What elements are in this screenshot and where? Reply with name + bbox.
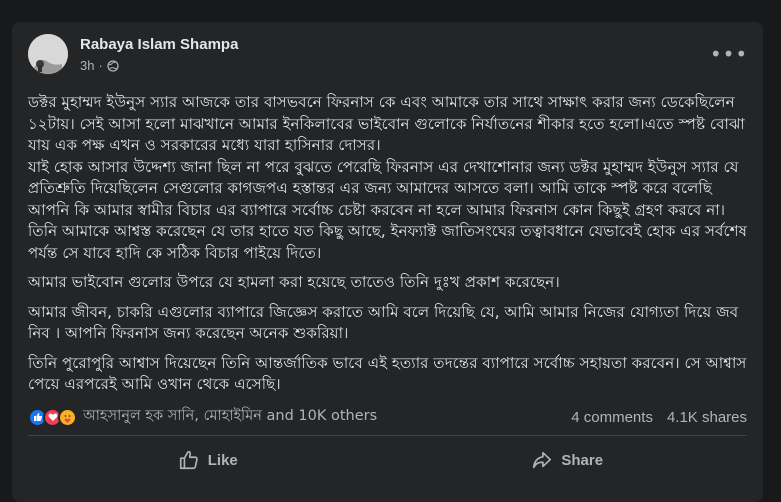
post-paragraph: আমার ভাইবোন গুলোর উপরে যে হামলা করা হয়ে… [28, 273, 560, 291]
meta-separator: · [98, 58, 103, 73]
post-paragraph: যাই হোক আসার উদ্দেশ্য জানা ছিল না পরে বু… [28, 157, 747, 262]
avatar-image [28, 34, 68, 74]
author-name[interactable]: Rabaya Islam Shampa [80, 36, 238, 53]
care-icon [58, 407, 77, 427]
reactors-summary[interactable]: আহসানুল হক সানি, মোহাইমিন and 10K others [83, 405, 377, 429]
author-avatar[interactable] [28, 34, 68, 74]
share-arrow-icon [533, 451, 552, 469]
engagement-counts: 4 comments 4.1K shares [571, 409, 747, 426]
post-card: Rabaya Islam Shampa 3h · ••• ডক্টর মুহাম… [12, 22, 763, 502]
comments-count[interactable]: 4 comments [571, 409, 653, 426]
post-body: ডক্টর মুহাম্মদ ইউনুস স্যার আজকে তার বাসভ… [28, 92, 751, 396]
reaction-icons[interactable] [28, 407, 77, 427]
shares-count[interactable]: 4.1K shares [667, 409, 747, 426]
globe-icon[interactable] [107, 59, 119, 72]
thumbs-up-icon [179, 450, 198, 470]
more-options-button[interactable]: ••• [710, 40, 747, 68]
post-stats: আহসানুল হক সানি, মোহাইমিন and 10K others… [28, 403, 747, 431]
post-paragraph: ডক্টর মুহাম্মদ ইউনুস স্যার আজকে তার বাসভ… [28, 93, 745, 154]
post-meta: 3h · [80, 58, 119, 73]
post-paragraph: তিনি পুরোপুরি আশ্বাস দিয়েছেন তিনি আন্তর… [28, 353, 747, 394]
like-button[interactable]: Like [28, 438, 388, 482]
share-button[interactable]: Share [388, 438, 748, 482]
like-label: Like [207, 451, 238, 469]
post-actions: Like Share [28, 438, 747, 482]
post-header: Rabaya Islam Shampa 3h · ••• [28, 34, 747, 78]
post-time[interactable]: 3h [80, 58, 94, 73]
share-label: Share [561, 451, 604, 469]
post-paragraph: আমার জীবন, চাকরি এগুলোর ব্যাপারে জিজ্ঞেস… [28, 302, 739, 343]
actions-divider [28, 435, 747, 436]
